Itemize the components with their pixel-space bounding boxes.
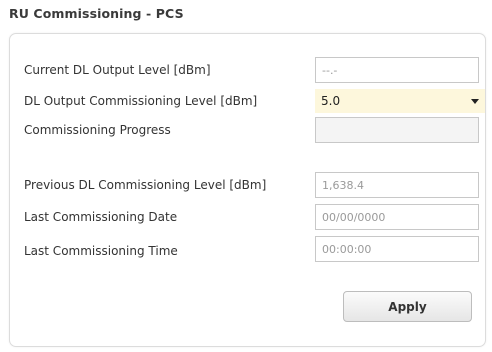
dl-output-commissioning-level-value: 5.0 bbox=[321, 94, 341, 108]
last-commissioning-time-field[interactable] bbox=[315, 236, 479, 262]
previous-dl-commissioning-level-field[interactable] bbox=[315, 172, 479, 198]
last-commissioning-time-label: Last Commissioning Time bbox=[24, 244, 178, 258]
chevron-down-icon[interactable] bbox=[471, 99, 479, 104]
current-dl-output-level-field[interactable] bbox=[315, 57, 479, 83]
last-commissioning-date-field[interactable] bbox=[315, 204, 479, 230]
current-dl-output-level-label: Current DL Output Level [dBm] bbox=[24, 63, 211, 77]
page-title: RU Commissioning - PCS bbox=[9, 6, 184, 21]
previous-dl-commissioning-level-label: Previous DL Commissioning Level [dBm] bbox=[24, 178, 267, 192]
commissioning-progress-label: Commissioning Progress bbox=[24, 123, 171, 137]
commissioning-progress-bar bbox=[315, 117, 479, 143]
last-commissioning-date-label: Last Commissioning Date bbox=[24, 210, 178, 224]
commissioning-panel: Current DL Output Level [dBm] DL Output … bbox=[9, 33, 486, 347]
dl-output-commissioning-level-label: DL Output Commissioning Level [dBm] bbox=[24, 94, 258, 108]
dl-output-commissioning-level-select[interactable]: 5.0 bbox=[315, 89, 485, 113]
apply-button[interactable]: Apply bbox=[343, 291, 472, 322]
